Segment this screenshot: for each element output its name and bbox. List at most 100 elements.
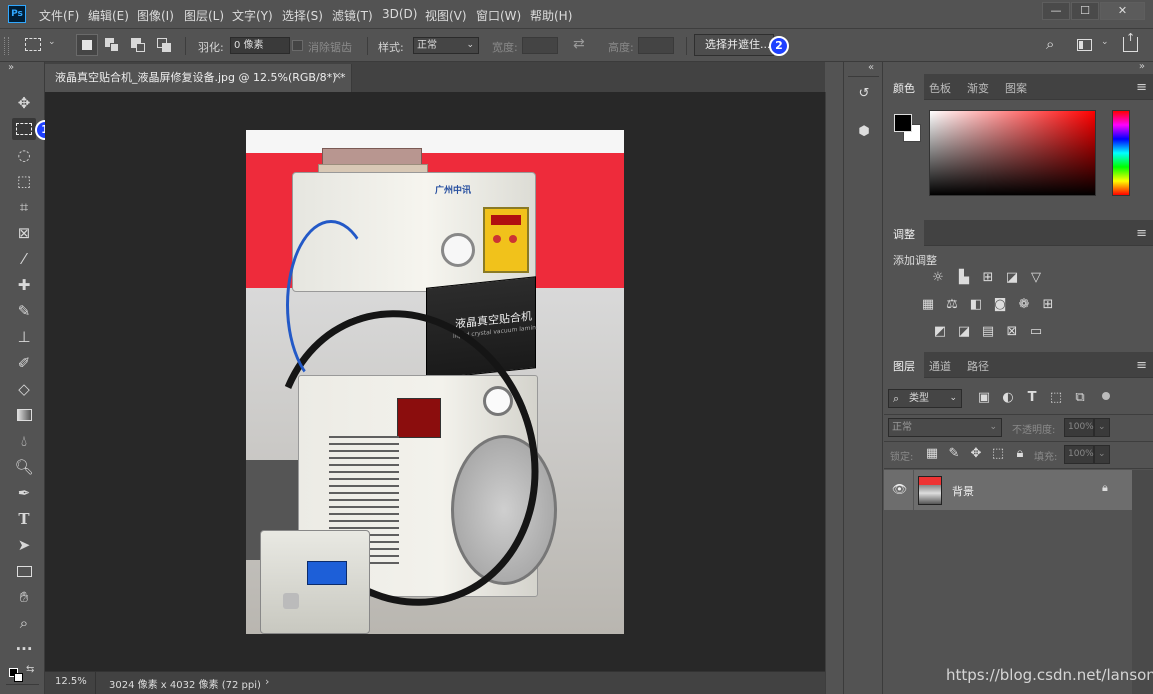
opacity-input[interactable]: 100% <box>1064 418 1094 437</box>
menu-window[interactable]: 窗口(W) <box>476 7 521 24</box>
history-panel-icon[interactable]: ↺ <box>854 86 874 106</box>
swap-dimensions-icon[interactable]: ⇄ <box>573 36 585 52</box>
foreground-color-chip[interactable] <box>894 114 912 132</box>
layer-row[interactable]: 👁︎ 背景 🔒︎ <box>884 470 1132 510</box>
layer-filter-select[interactable]: ⌕ 类型 ⌄ <box>888 389 962 408</box>
eye-visibility-icon[interactable]: 👁︎ <box>892 482 907 496</box>
panel-menu-icon[interactable]: ≡ <box>1136 358 1147 373</box>
minimize-button[interactable]: — <box>1042 2 1070 20</box>
hue-saturation-icon[interactable]: ▦ <box>918 297 938 313</box>
pixel-filter-icon[interactable]: ▣ <box>974 390 994 406</box>
tab-patterns[interactable]: 图案 <box>996 74 1036 100</box>
eyedropper-tool-icon[interactable]: ⁄ <box>12 248 36 270</box>
canvas-area[interactable]: 广州中讯 液晶真空贴合机 liquid crystal vacuum lamin… <box>45 92 825 671</box>
share-icon[interactable]: ↑ <box>1123 31 1138 52</box>
type-filter-icon[interactable]: T <box>1022 390 1042 406</box>
document-tab[interactable]: 液晶真空贴合机_液晶屏修复设备.jpg @ 12.5%(RGB/8*) * × <box>45 64 352 92</box>
blend-mode-select[interactable]: 正常 ⌄ <box>888 418 1002 437</box>
move-tool-icon[interactable]: ✥ <box>12 92 36 114</box>
chevron-down-icon[interactable]: ⌄ <box>1101 37 1109 47</box>
tab-color[interactable]: 颜色 <box>884 74 924 100</box>
posterize-icon[interactable]: ◪ <box>954 324 974 340</box>
collapse-panels-icon[interactable]: « <box>868 62 874 73</box>
intersect-selection-button[interactable] <box>157 38 173 54</box>
filter-toggle-icon[interactable] <box>1102 392 1110 400</box>
menu-layer[interactable]: 图层(L) <box>184 7 224 24</box>
width-input[interactable] <box>522 37 558 54</box>
maximize-button[interactable]: ☐ <box>1071 2 1099 20</box>
eraser-tool-icon[interactable]: ◇ <box>12 378 36 400</box>
zoom-tool-icon[interactable]: ⌕ <box>12 612 36 634</box>
antialias-checkbox[interactable] <box>292 40 303 51</box>
hue-slider[interactable] <box>1112 110 1130 196</box>
object-selection-tool-icon[interactable]: ⬚ <box>12 170 36 192</box>
rectangular-marquee-tool-icon[interactable] <box>12 118 36 140</box>
add-selection-button[interactable] <box>105 38 121 54</box>
zoom-level[interactable]: 12.5% <box>55 676 87 687</box>
tab-paths[interactable]: 路径 <box>958 352 998 378</box>
brush-tool-icon[interactable]: ✎ <box>12 300 36 322</box>
close-window-button[interactable]: ✕ <box>1100 2 1145 20</box>
style-select[interactable]: 正常 ⌄ <box>413 37 479 54</box>
tab-channels[interactable]: 通道 <box>920 352 960 378</box>
history-brush-tool-icon[interactable]: ✐ <box>12 352 36 374</box>
chevron-down-icon[interactable]: ⌄ <box>48 37 56 47</box>
type-tool-icon[interactable]: T <box>12 508 36 530</box>
gradient-map-icon[interactable]: ▭ <box>1026 324 1046 340</box>
subtract-selection-button[interactable] <box>131 38 147 54</box>
lasso-tool-icon[interactable]: ◌ <box>12 144 36 166</box>
status-menu-arrow-icon[interactable]: › <box>265 675 269 688</box>
lock-transparency-icon[interactable]: ▦ <box>922 446 942 462</box>
lock-all-icon[interactable]: 🔒︎ <box>1010 446 1030 462</box>
exposure-icon[interactable]: ◪ <box>1002 270 1022 286</box>
swap-colors-icon[interactable]: ⇆ <box>26 664 34 675</box>
menu-filter[interactable]: 滤镜(T) <box>332 7 373 24</box>
more-tools-icon[interactable]: ··· <box>12 638 36 660</box>
selective-color-icon[interactable]: ⊠ <box>1002 324 1022 340</box>
dodge-tool-icon[interactable]: 🔍︎ <box>12 456 36 478</box>
fill-input[interactable]: 100% <box>1064 445 1094 464</box>
search-icon[interactable]: ⌕ <box>1046 35 1054 53</box>
height-input[interactable] <box>638 37 674 54</box>
menu-edit[interactable]: 编辑(E) <box>88 7 129 24</box>
close-tab-icon[interactable]: × <box>333 69 342 82</box>
menu-file[interactable]: 文件(F) <box>39 7 79 24</box>
rectangle-tool-icon[interactable] <box>12 560 36 582</box>
color-field[interactable] <box>929 110 1096 196</box>
menu-select[interactable]: 选择(S) <box>282 7 323 24</box>
menu-type[interactable]: 文字(Y) <box>232 7 273 24</box>
expand-panels-icon[interactable]: » <box>1139 61 1145 72</box>
color-balance-icon[interactable]: ⚖ <box>942 297 962 313</box>
frame-tool-icon[interactable]: ⊠ <box>12 222 36 244</box>
black-white-icon[interactable]: ◧ <box>966 297 986 313</box>
rect-marquee-preset-icon[interactable] <box>25 38 41 51</box>
layer-name[interactable]: 背景 <box>952 483 974 499</box>
workspace-icon[interactable] <box>1077 39 1092 51</box>
invert-icon[interactable]: ◩ <box>930 324 950 340</box>
menu-help[interactable]: 帮助(H) <box>530 7 572 24</box>
gradient-tool-icon[interactable] <box>12 404 36 426</box>
tab-gradients[interactable]: 渐变 <box>958 74 998 100</box>
grip-handle[interactable] <box>4 37 9 55</box>
select-and-mask-button[interactable]: 选择并遮住... <box>694 34 774 56</box>
menu-image[interactable]: 图像(I) <box>137 7 174 24</box>
shape-filter-icon[interactable]: ⬚ <box>1046 390 1066 406</box>
new-selection-button[interactable] <box>76 34 98 56</box>
adjustment-filter-icon[interactable]: ◐ <box>998 390 1018 406</box>
menu-view[interactable]: 视图(V) <box>425 7 467 24</box>
pen-tool-icon[interactable]: ✒ <box>12 482 36 504</box>
fill-dropdown[interactable]: ⌄ <box>1094 445 1110 464</box>
menu-3d[interactable]: 3D(D) <box>382 7 417 21</box>
healing-brush-tool-icon[interactable]: ✚ <box>12 274 36 296</box>
crop-tool-icon[interactable]: ⌗ <box>12 196 36 218</box>
lock-artboard-icon[interactable]: ⬚ <box>988 446 1008 462</box>
panel-menu-icon[interactable]: ≡ <box>1136 226 1147 241</box>
smart-object-filter-icon[interactable]: ⧉ <box>1070 390 1090 406</box>
opacity-dropdown[interactable]: ⌄ <box>1094 418 1110 437</box>
photo-filter-icon[interactable]: ◙ <box>990 297 1010 313</box>
background-color-swatch[interactable] <box>14 673 23 682</box>
panel-menu-icon[interactable]: ≡ <box>1136 80 1147 95</box>
tab-layers[interactable]: 图层 <box>884 352 924 378</box>
channel-mixer-icon[interactable]: ❁ <box>1014 297 1034 313</box>
expand-toolbar-icon[interactable]: » <box>8 62 14 73</box>
